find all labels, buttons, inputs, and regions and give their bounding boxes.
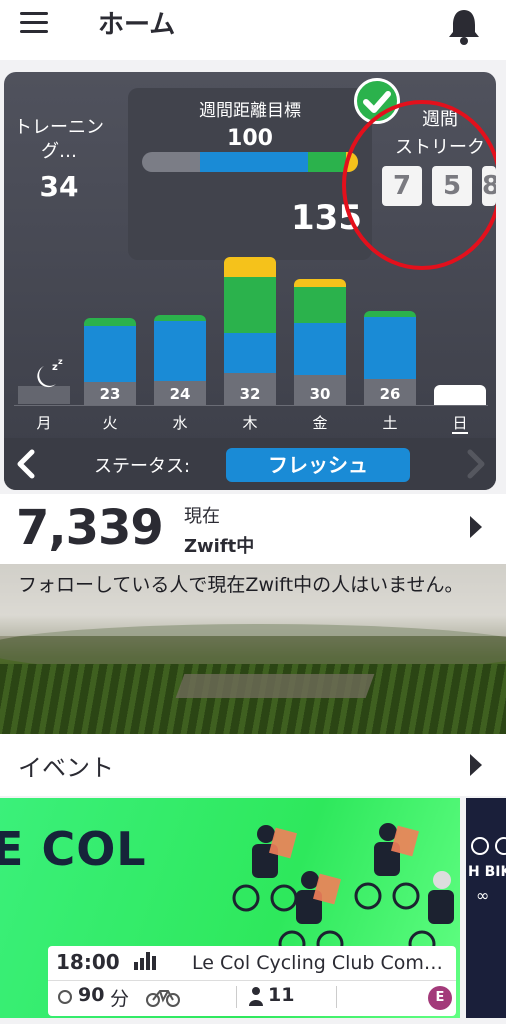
event-brand-text: H BIKE — [468, 864, 506, 880]
event-duration-unit: 分 — [110, 988, 130, 1010]
bar-value-label: 30 — [309, 385, 331, 403]
divider — [236, 986, 237, 1008]
scene-road — [175, 674, 375, 698]
online-now-row[interactable]: 7,339 現在 Zwift中 — [0, 494, 506, 564]
bar-value-label: 23 — [99, 385, 121, 403]
day-label: 金 — [312, 414, 328, 432]
day-label: 木 — [242, 414, 258, 432]
day-label: 水 — [172, 414, 188, 432]
day-label: 日 — [452, 414, 468, 432]
bar-segment-green — [154, 315, 206, 321]
event-participants: 11 — [268, 984, 295, 1006]
bar-segment-green — [364, 311, 416, 317]
bar-segment-blue — [364, 317, 416, 379]
day-label: 月 — [36, 414, 52, 432]
events-title: イベント — [18, 754, 114, 782]
bar-segment-green — [84, 318, 136, 326]
bar-segment-green — [294, 287, 346, 323]
bell-icon[interactable] — [444, 6, 484, 46]
chevron-right-icon[interactable] — [470, 754, 482, 776]
day-label: 火 — [102, 414, 118, 432]
page-title: ホーム — [98, 10, 176, 40]
selected-day-underline — [452, 432, 468, 434]
chart-baseline — [14, 405, 488, 406]
day-label: 土 — [382, 414, 398, 432]
events-header[interactable]: イベント — [0, 734, 506, 796]
chart-bar[interactable] — [224, 257, 276, 405]
bike-icon — [146, 990, 180, 1007]
svg-text:z: z — [58, 358, 63, 366]
event-card[interactable]: H BIKE ∞ — [466, 798, 506, 1018]
event-duration: 90 — [78, 984, 105, 1006]
highlight-circle — [342, 100, 496, 270]
following-message: フォローしている人で現在Zwift中の人はいません。 — [18, 574, 464, 596]
goal-bar-green-segment — [308, 152, 346, 172]
bar-value-label: 32 — [239, 385, 261, 403]
hamburger-menu-icon[interactable] — [20, 12, 48, 34]
bike-icon — [471, 837, 506, 855]
event-card[interactable]: E COL 18:00 Le Col Cycling Club Com… 90 … — [0, 798, 460, 1018]
event-brand-text: E COL — [0, 822, 147, 876]
event-name: Le Col Cycling Club Com… — [192, 952, 443, 974]
weekly-goal-box[interactable]: 週間距離目標 100 135 — [128, 88, 372, 260]
training-value: 34 — [39, 170, 79, 203]
bar-value-label: 26 — [379, 385, 401, 403]
online-now-label: 現在 — [184, 506, 220, 527]
moon-sleep-icon: z z — [18, 358, 70, 404]
divider — [48, 980, 456, 981]
bar-segment-blue — [154, 321, 206, 381]
status-value-badge: フレッシュ — [226, 448, 410, 482]
bar-value-label: 24 — [169, 385, 191, 403]
weekly-goal-target: 100 — [227, 126, 273, 151]
event-time: 18:00 — [56, 950, 120, 974]
weekly-goal-title: 週間距離目標 — [199, 101, 301, 121]
following-banner: フォローしている人で現在Zwift中の人はいません。 — [0, 564, 506, 734]
goal-bar-blue-segment — [200, 152, 308, 172]
bar-segment-yellow — [294, 279, 346, 287]
event-info-panel: 18:00 Le Col Cycling Club Com… 90 分 11 E — [48, 946, 456, 1016]
top-bar: ホーム — [0, 0, 506, 60]
chevron-left-icon[interactable] — [14, 448, 40, 480]
chevron-right-icon[interactable] — [462, 448, 488, 480]
timer-icon — [58, 990, 72, 1004]
signal-bars-icon — [134, 952, 156, 970]
online-zwift-label: Zwift中 — [184, 536, 255, 557]
bar-segment-yellow — [224, 257, 276, 277]
progress-card: トレーニング… 34 週間距離目標 100 135 週間 ストリーク 7 5 8… — [4, 72, 496, 490]
bar-segment-green — [224, 277, 276, 333]
chart-bar-today[interactable] — [434, 385, 486, 405]
online-count: 7,339 — [16, 500, 164, 556]
status-row: ステータス: フレッシュ — [4, 438, 496, 490]
divider — [336, 986, 337, 1008]
bar-segment-blue — [84, 326, 136, 382]
category-badge: E — [428, 986, 452, 1010]
person-icon — [249, 987, 263, 1006]
bar-segment-blue — [294, 323, 346, 375]
bar-segment-blue — [224, 333, 276, 373]
training-label: トレーニング… — [14, 117, 104, 162]
infinity-symbol: ∞ — [476, 886, 490, 905]
weekly-goal-progress-bar — [142, 152, 358, 172]
status-label: ステータス: — [94, 456, 191, 477]
chevron-right-icon[interactable] — [470, 516, 482, 538]
